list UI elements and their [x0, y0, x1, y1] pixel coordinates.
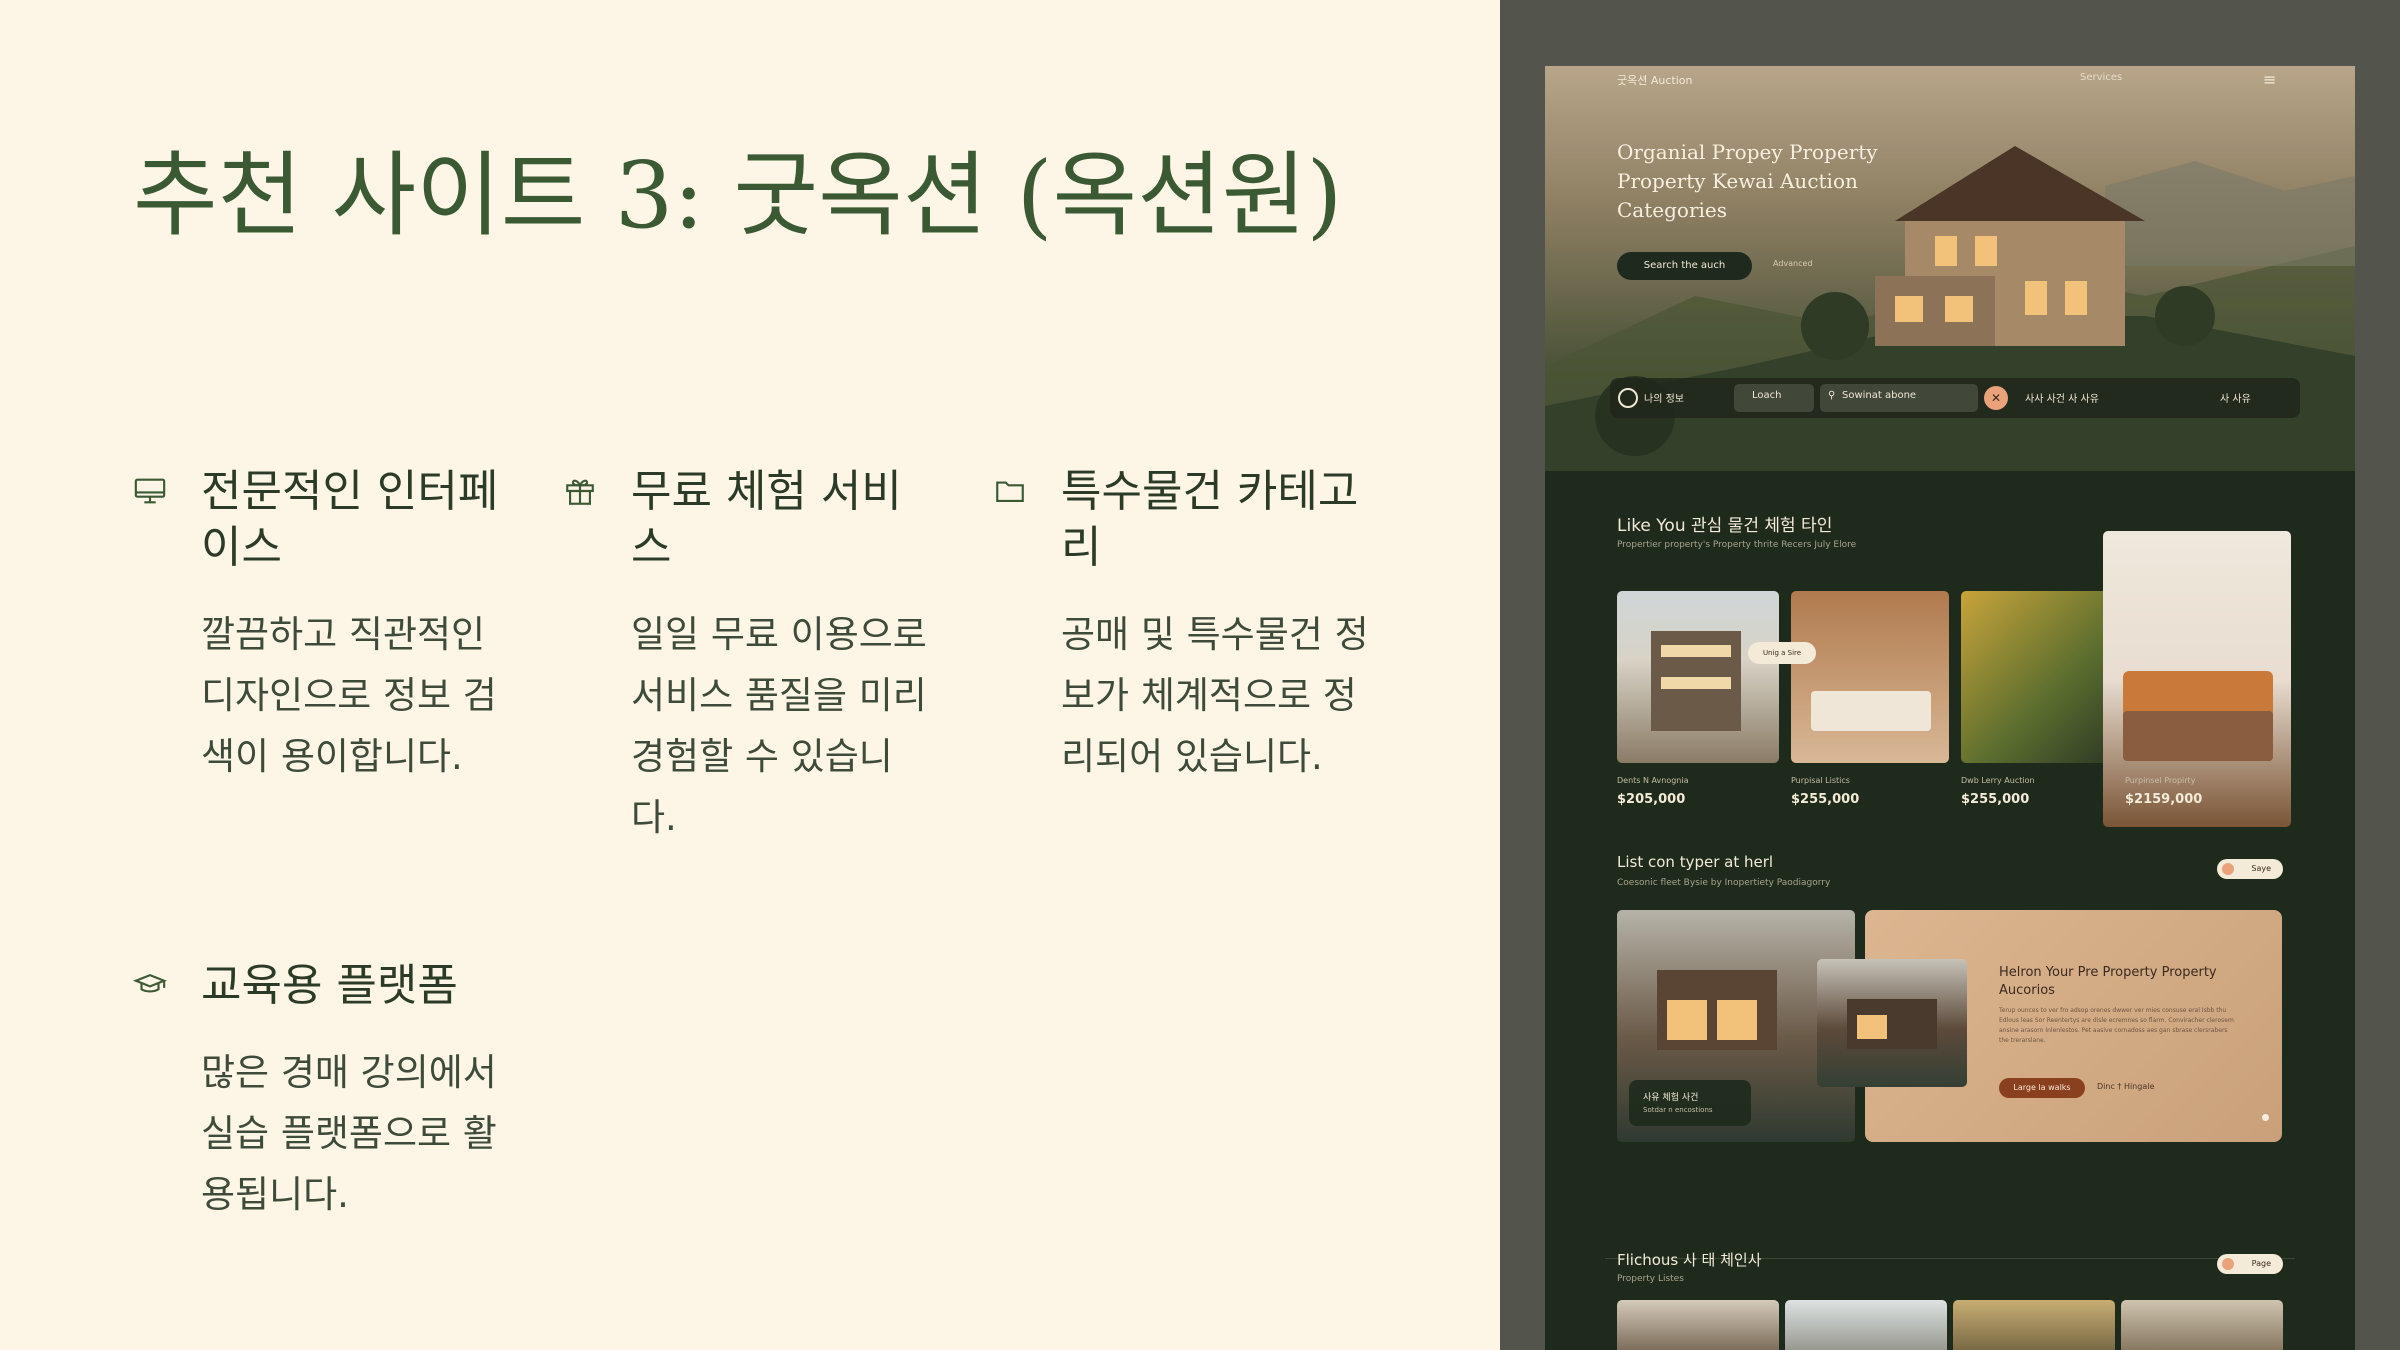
card-price: $255,000	[1961, 792, 2030, 807]
graduation-cap-icon	[133, 973, 167, 993]
hero-search-button[interactable]: Search the auch	[1617, 252, 1752, 280]
feature-description: 깔끔하고 직관적인 디자인으로 정보 검색이 용이합니다.	[201, 613, 497, 778]
keyword-value: Sowinat abone	[1842, 390, 1917, 401]
card-label: Purpisal Listics	[1791, 776, 1850, 785]
feature-free-trial: 무료 체험 서비스 일일 무료 이용으로 서비스 품질을 미리 경험할 수 있습…	[563, 464, 983, 839]
search-submit-button[interactable]: ✕	[1984, 386, 2008, 410]
card-badge[interactable]: Unig a Sire	[1748, 642, 1816, 664]
promo-title: Helron Your Pre Property Property Aucori…	[1999, 965, 2217, 998]
card-label: Dents N Avnognia	[1617, 776, 1689, 785]
property-card-image[interactable]	[1617, 591, 1779, 763]
card-price: $2159,000	[2125, 792, 2203, 807]
section-subtitle: Propertier property's Property thrite Re…	[1617, 540, 1857, 550]
section-subtitle: Property Listes	[1617, 1274, 1684, 1284]
hero-banner: 굿옥션 Auction Services ≡ Organial Propey P…	[1545, 66, 2355, 471]
hamburger-menu-icon[interactable]: ≡	[2263, 70, 2276, 89]
section-title: Flichous 사 태 체인사	[1617, 1251, 1762, 1269]
promo-text: Terup ounces to ver fro adsop orenes dww…	[1999, 1007, 2234, 1044]
hero-advanced-link[interactable]: Advanced	[1773, 259, 1813, 268]
search-bar: 나의 정보 Loach ⚲ Sowinat abone ✕ 사사 사건 사 사유…	[1610, 378, 2300, 418]
listing-thumbnail[interactable]	[1617, 1300, 1779, 1350]
promo-link[interactable]: Dinc † Hingale	[2097, 1082, 2154, 1091]
section-subtitle: Coesonic fleet Bysie by Inopertiety Paod…	[1617, 878, 1831, 888]
card-price: $205,000	[1617, 792, 1686, 807]
feature-title: 특수물건 카테고리	[1061, 466, 1359, 573]
promo-button[interactable]: Large la walks	[1999, 1078, 2085, 1098]
property-card-image[interactable]	[1961, 591, 2111, 763]
top-nav: 굿옥션 Auction Services ≡	[1545, 66, 2355, 96]
feature-title: 전문적인 인터페이스	[201, 466, 499, 573]
filter-dot-icon	[2222, 1258, 2234, 1270]
slide-title: 추천 사이트 3: 굿옥션 (옥션원)	[133, 142, 1343, 249]
monitor-icon	[134, 478, 166, 504]
listing-thumbnail[interactable]	[1785, 1300, 1947, 1350]
location-field[interactable]: Loach	[1734, 384, 1814, 412]
feature-title: 무료 체험 서비스	[631, 466, 902, 573]
user-icon[interactable]	[1618, 388, 1638, 408]
filter-label: Saye	[2251, 864, 2271, 873]
website-mockup: 굿옥션 Auction Services ≡ Organial Propey P…	[1545, 66, 2355, 1350]
section-title: Like You 관심 물건 체험 타인	[1617, 516, 1833, 536]
feature-education-platform: 교육용 플랫폼 많은 경매 강의에서 실습 플랫폼으로 활용됩니다.	[133, 958, 553, 1218]
slide-panel: 추천 사이트 3: 굿옥션 (옥션원) 전문적인 인터페이스 깔끔하고 직관적인…	[0, 0, 1500, 1350]
card-price: $255,000	[1791, 792, 1860, 807]
house-thumbnail-image[interactable]	[1817, 959, 1967, 1087]
filter-dropdown[interactable]: Page	[2217, 1254, 2283, 1274]
site-logo[interactable]: 굿옥션 Auction	[1617, 72, 1692, 88]
feature-description: 많은 경매 강의에서 실습 플랫폼으로 활용됩니다.	[201, 1051, 497, 1216]
user-label[interactable]: 나의 정보	[1644, 390, 1684, 405]
filter-dot-icon	[2222, 863, 2234, 875]
card-label: Dwb Lerry Auction	[1961, 776, 2035, 785]
folder-icon	[996, 481, 1024, 502]
listing-thumbnail[interactable]	[2121, 1300, 2283, 1350]
listing-thumbnail[interactable]	[1953, 1300, 2115, 1350]
overlay-subtitle: Sotdar n encostions	[1643, 1106, 1713, 1114]
gift-icon	[566, 479, 594, 505]
search-option[interactable]: 사사 사건 사 사유	[2025, 390, 2099, 405]
feature-description: 일일 무료 이용으로 서비스 품질을 미리 경험할 수 있습니다.	[631, 613, 927, 839]
card-label: Purpinsel Propirty	[2125, 776, 2196, 785]
search-icon: ⚲	[1828, 390, 1836, 401]
overlay-title: 사유 체험 사건	[1643, 1093, 1699, 1103]
filter-label: Page	[2251, 1259, 2271, 1268]
nav-link-services[interactable]: Services	[2080, 72, 2122, 83]
feature-title: 교육용 플랫폼	[201, 960, 458, 1011]
filter-dropdown[interactable]: Saye	[2217, 859, 2283, 879]
feature-description: 공매 및 특수물건 정보가 체계적으로 정리되어 있습니다.	[1061, 613, 1369, 778]
section-title: List con typer at herl	[1617, 853, 1774, 871]
feature-professional-interface: 전문적인 인터페이스 깔끔하고 직관적인 디자인으로 정보 검색이 용이합니다.	[133, 464, 553, 778]
keyword-search-field[interactable]: ⚲ Sowinat abone	[1820, 384, 1978, 412]
hero-title: Organial Propey Property Property Kewai …	[1617, 140, 1878, 222]
property-card-image[interactable]	[1791, 591, 1949, 763]
search-option-secondary[interactable]: 사 사유	[2220, 390, 2251, 405]
feature-special-category: 특수물건 카테고리 공매 및 특수물건 정보가 체계적으로 정리되어 있습니다.	[993, 464, 1423, 778]
slider-dot-icon[interactable]	[2262, 1114, 2269, 1121]
location-value: Loach	[1752, 390, 1782, 401]
